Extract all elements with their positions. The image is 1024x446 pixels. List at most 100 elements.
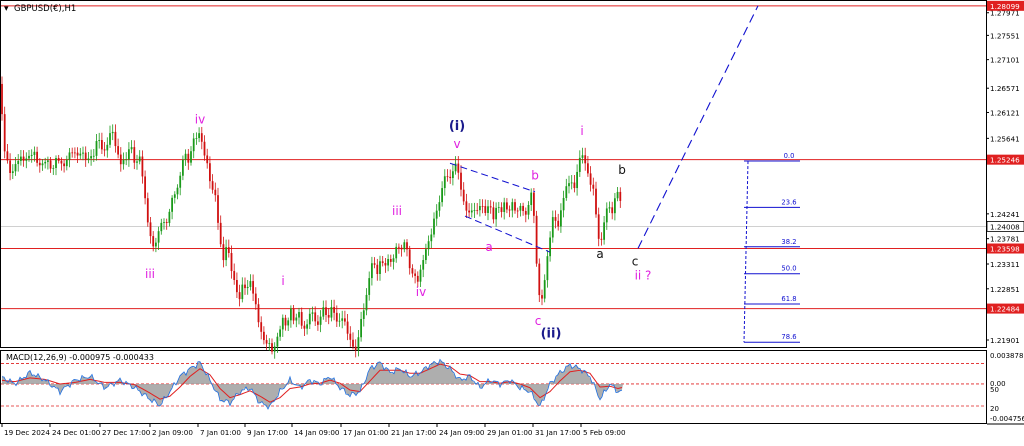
chart-window[interactable]: 0.0 23.6 38.2 50.0 61.8 78.6 iv iii i iii iv (i) v a… (0, 0, 1024, 441)
candle-body (241, 284, 244, 300)
wave-label: i (281, 274, 284, 288)
candle-body (411, 268, 414, 274)
candle-body (20, 156, 22, 161)
candle-body (344, 318, 346, 322)
menu-chevron-icon[interactable]: ▾ (4, 4, 9, 14)
candle-body (603, 222, 605, 240)
candle-body (565, 186, 568, 198)
time-tick-label: 21 Jan 17:00 (391, 428, 437, 437)
candle-body (557, 220, 560, 227)
candle-body (227, 247, 230, 254)
candle-body (160, 222, 163, 232)
candle-body (22, 156, 25, 161)
candle-body (111, 131, 114, 134)
candle-body (187, 153, 190, 163)
candle-body (128, 149, 130, 160)
candle-body (422, 260, 425, 270)
candle-body (311, 312, 314, 314)
candle-body (371, 263, 373, 279)
candle-body (101, 140, 103, 150)
candle-body (176, 187, 179, 195)
fib-level-label: 61.8 (781, 295, 796, 303)
candle-body (330, 307, 333, 318)
candle-body (543, 280, 546, 299)
candle-body (497, 207, 500, 209)
candle-body (581, 155, 584, 158)
candle-body (384, 263, 387, 266)
candle-body (338, 320, 341, 322)
candle-body (522, 205, 524, 212)
candle-body (79, 153, 82, 156)
candle-body (376, 264, 379, 274)
candle-body (443, 176, 446, 189)
price-tick-label: 1.26121 (990, 108, 1020, 117)
candle-body (470, 210, 473, 213)
candle-body (379, 261, 381, 274)
candle-body (171, 197, 173, 212)
price-tick-label: 1.26571 (990, 84, 1020, 93)
candle-body (538, 263, 541, 296)
candle-body (1, 83, 3, 115)
candle-body (554, 217, 557, 221)
candle-body (592, 184, 595, 189)
candle-body (317, 321, 319, 325)
price-tick-label: 1.22851 (990, 285, 1020, 294)
candle-body (516, 210, 519, 212)
price-chart[interactable]: 0.023.638.250.061.878.6 iviiiiiiiiv(i)va… (0, 0, 1024, 441)
candle-body (303, 325, 306, 329)
candle-body (414, 273, 416, 276)
candle-body (109, 133, 111, 145)
wave-label: a (596, 247, 603, 261)
price-tick-label: 1.23311 (990, 260, 1020, 269)
candle-body (568, 183, 570, 187)
wave-label: b (531, 168, 539, 182)
candle-body (184, 153, 187, 160)
chart-background (0, 0, 1024, 441)
candle-body (136, 161, 138, 163)
wave-label: v (453, 137, 460, 151)
candle-body (433, 218, 435, 235)
candle-body (198, 133, 200, 139)
candle-body (535, 215, 538, 264)
candle-body (82, 152, 84, 154)
candle-body (68, 152, 71, 160)
candle-body (30, 154, 33, 156)
candle-body (452, 171, 454, 179)
wave-label: iii (392, 204, 402, 218)
candle-body (419, 269, 422, 282)
candle-body (52, 167, 55, 169)
candle-body (246, 286, 249, 289)
macd-tick-label: 20 (990, 405, 999, 413)
time-tick-label: 17 Jan 01:00 (343, 428, 389, 437)
candle-body (481, 206, 484, 207)
candle-body (74, 152, 76, 154)
candle-body (63, 163, 65, 167)
time-tick-label: 5 Feb 09:00 (583, 428, 626, 437)
candle-body (173, 194, 176, 198)
price-level-label: 1.23598 (990, 245, 1020, 254)
candle-body (130, 147, 133, 150)
candle-body (192, 138, 195, 152)
candle-body (308, 313, 311, 325)
candle-body (495, 207, 497, 220)
candle-body (476, 210, 479, 211)
candle-body (549, 237, 551, 257)
candle-body (57, 158, 60, 161)
time-tick-label: 14 Jan 09:00 (294, 428, 340, 437)
candle-body (103, 149, 106, 151)
candle-body (360, 318, 362, 338)
candle-body (346, 321, 349, 334)
candle-body (33, 151, 36, 155)
candle-body (597, 214, 600, 239)
time-tick-label: 9 Jan 17:00 (247, 428, 288, 437)
wave-label: b (618, 163, 626, 177)
time-tick-label: 7 Jan 01:00 (200, 428, 241, 437)
candle-body (406, 242, 408, 250)
candle-body (152, 236, 155, 247)
price-level-label: 1.22484 (990, 305, 1020, 314)
candle-body (381, 261, 384, 264)
candle-body (179, 175, 182, 188)
candle-body (90, 156, 92, 159)
wave-label: i (580, 124, 583, 138)
time-tick-label: 29 Jan 01:00 (487, 428, 533, 437)
